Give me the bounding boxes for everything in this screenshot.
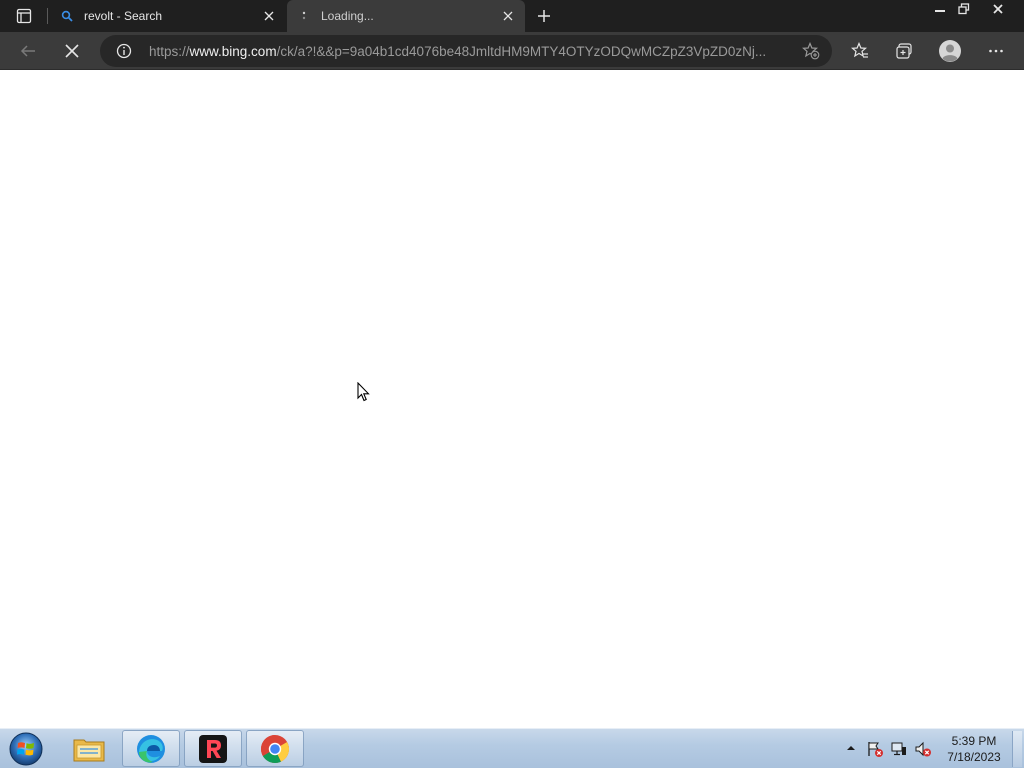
revolt-icon bbox=[199, 734, 227, 763]
info-icon[interactable] bbox=[116, 43, 132, 59]
volume-muted-icon[interactable] bbox=[914, 740, 932, 758]
taskbar-app-edge[interactable] bbox=[122, 730, 180, 767]
close-window-button[interactable] bbox=[986, 0, 1010, 18]
windows-logo-icon bbox=[9, 732, 43, 766]
profile-button[interactable] bbox=[936, 37, 964, 65]
tab-actions-button[interactable] bbox=[8, 4, 40, 28]
add-favorite-icon[interactable] bbox=[802, 42, 820, 60]
avatar-icon bbox=[939, 40, 961, 62]
address-bar[interactable]: https://www.bing.com/ck/a?!&&p=9a04b1cd4… bbox=[100, 35, 832, 67]
more-options-icon bbox=[989, 49, 1003, 53]
restore-icon bbox=[958, 3, 970, 15]
tab-title: Loading... bbox=[321, 9, 374, 23]
favorites-star-icon bbox=[851, 42, 868, 58]
tab-title: revolt - Search bbox=[84, 9, 163, 23]
tab-revolt-search[interactable]: revolt - Search bbox=[50, 0, 286, 32]
tab-separator bbox=[47, 8, 48, 24]
windows-taskbar: 5:39 PM 7/18/2023 bbox=[0, 728, 1024, 768]
new-tab-button[interactable] bbox=[532, 4, 556, 28]
close-icon bbox=[993, 4, 1003, 14]
settings-more-button[interactable] bbox=[982, 37, 1010, 65]
clock-date: 7/18/2023 bbox=[947, 750, 1001, 764]
tab-actions-icon bbox=[16, 8, 32, 24]
edge-icon bbox=[137, 734, 165, 763]
start-button[interactable] bbox=[6, 731, 46, 767]
clock-time: 5:39 PM bbox=[951, 734, 997, 748]
show-desktop-button[interactable] bbox=[1012, 731, 1022, 767]
url-host: www.bing.com bbox=[189, 44, 277, 59]
restore-button[interactable] bbox=[952, 0, 976, 18]
taskbar-app-revolt[interactable] bbox=[184, 730, 242, 767]
close-icon bbox=[65, 44, 79, 58]
network-icon[interactable] bbox=[890, 740, 908, 758]
close-icon bbox=[503, 11, 513, 21]
action-center-flag-icon[interactable] bbox=[866, 740, 884, 758]
arrow-left-icon bbox=[20, 45, 35, 57]
url-text[interactable]: https://www.bing.com/ck/a?!&&p=9a04b1cd4… bbox=[149, 44, 789, 59]
close-icon bbox=[264, 11, 274, 21]
browser-toolbar: https://www.bing.com/ck/a?!&&p=9a04b1cd4… bbox=[0, 32, 1024, 70]
back-button[interactable] bbox=[14, 37, 42, 65]
url-path: /ck/a?!&&p=9a04b1cd4076be48JmltdHM9MTY4O… bbox=[276, 44, 767, 59]
tab-close-button[interactable] bbox=[497, 5, 519, 27]
folder-icon bbox=[73, 739, 105, 761]
url-scheme: https:// bbox=[149, 44, 190, 59]
page-content-area bbox=[0, 71, 1024, 728]
browser-tab-bar: revolt - Search Loading... bbox=[0, 0, 1024, 32]
tab-loading[interactable]: Loading... bbox=[287, 0, 525, 32]
stop-loading-button[interactable] bbox=[58, 37, 86, 65]
taskbar-app-chrome[interactable] bbox=[246, 730, 304, 767]
show-hidden-icons-icon[interactable] bbox=[846, 743, 856, 753]
mouse-pointer-icon bbox=[357, 382, 370, 402]
search-icon bbox=[60, 9, 74, 23]
tab-close-button[interactable] bbox=[258, 5, 280, 27]
chrome-icon bbox=[261, 734, 290, 763]
loading-spinner-icon bbox=[297, 9, 311, 23]
plus-icon bbox=[538, 10, 550, 22]
taskbar-app-file-explorer[interactable] bbox=[60, 730, 118, 767]
collections-button[interactable] bbox=[890, 37, 918, 65]
system-clock[interactable]: 5:39 PM 7/18/2023 bbox=[938, 733, 1010, 765]
favorites-button[interactable] bbox=[846, 37, 874, 65]
minimize-button[interactable] bbox=[928, 0, 952, 18]
collections-icon bbox=[896, 43, 912, 59]
minimize-icon bbox=[935, 10, 945, 12]
